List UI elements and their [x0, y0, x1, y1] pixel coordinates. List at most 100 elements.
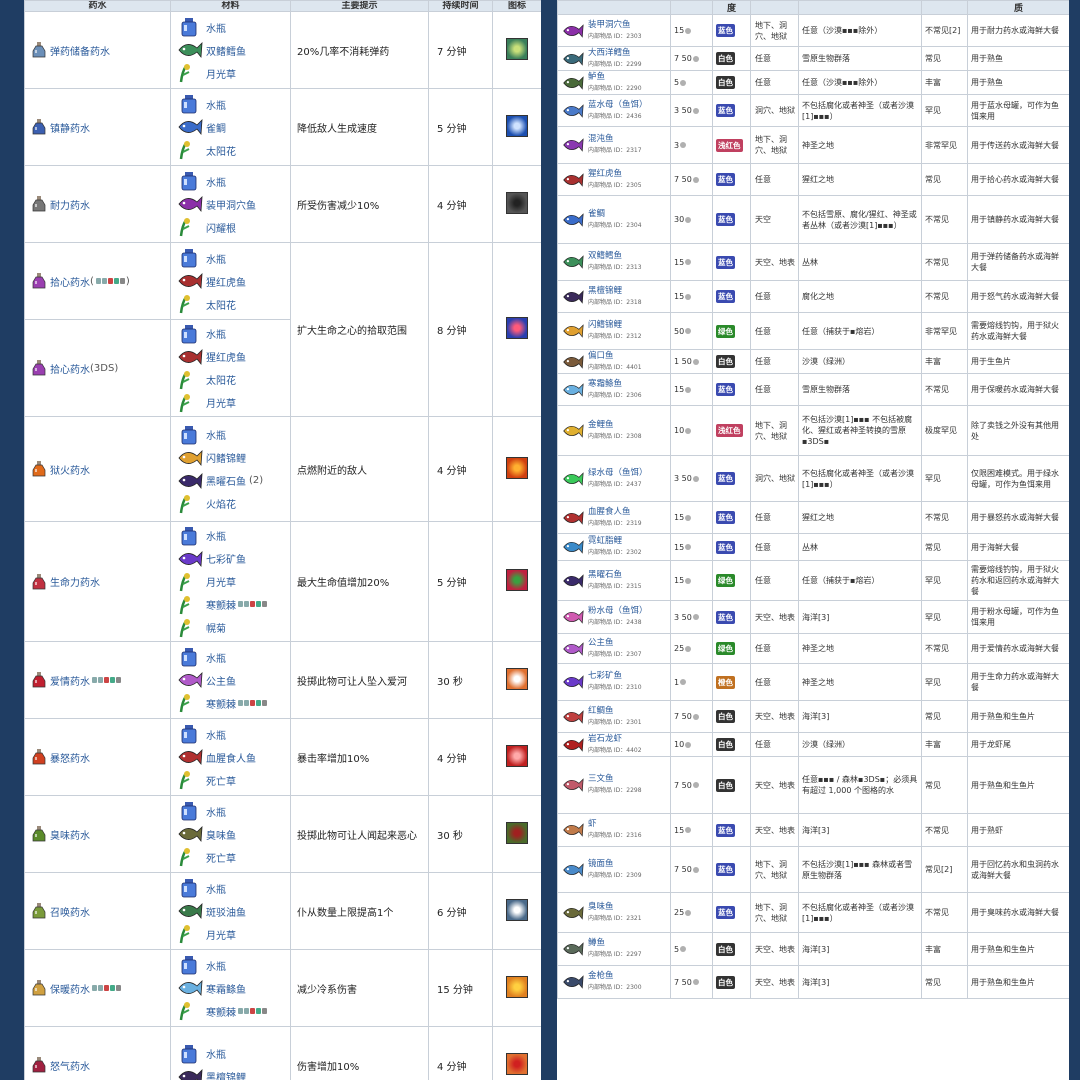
potion-link[interactable]: 拾心药水: [50, 274, 90, 289]
potion-link[interactable]: 暴怒药水: [50, 750, 90, 765]
ingredient-link[interactable]: 幌菊: [206, 620, 226, 635]
potion-row: 生命力药水 水瓶 七彩矿鱼 月光草 寒颤棘 幌菊 最大生命值增加20% 5 分钟: [24, 521, 541, 642]
ingredient-link[interactable]: 公主鱼: [206, 673, 236, 688]
ingredient-list: 水瓶 双鳍鳕鱼 月光草: [172, 14, 290, 87]
ingredient-link[interactable]: 猩红虎鱼: [206, 349, 246, 364]
ingredient-item: 月光草: [177, 923, 290, 946]
ingredient-link[interactable]: 月光草: [206, 927, 236, 942]
potion-link[interactable]: 生命力药水: [50, 574, 100, 589]
ingredient-link[interactable]: 水瓶: [206, 727, 226, 742]
ingredient-link[interactable]: 黑檀锦鲤: [206, 1069, 246, 1080]
fish-link[interactable]: 装甲洞穴鱼: [588, 20, 642, 31]
fish-link[interactable]: 闪鳍锦鲤: [588, 320, 642, 331]
potion-link[interactable]: 狱火药水: [50, 462, 90, 477]
ingredient-link[interactable]: 雀鲷: [206, 120, 226, 135]
ingredient-link[interactable]: 水瓶: [206, 881, 226, 896]
potion-icon: [32, 903, 46, 919]
potion-link[interactable]: 镇静药水: [50, 120, 90, 135]
fish-link[interactable]: 寒霜鲦鱼: [588, 379, 642, 390]
ingredient-link[interactable]: 太阳花: [206, 297, 236, 312]
fish-link[interactable]: 鳟鱼: [588, 938, 642, 949]
fish-link[interactable]: 偏口鱼: [588, 351, 642, 362]
rarity-badge: 蓝色: [716, 173, 735, 186]
ingredient-link[interactable]: 水瓶: [206, 650, 226, 665]
potion-link[interactable]: 怒气药水: [50, 1058, 90, 1073]
potion-link[interactable]: 耐力药水: [50, 197, 90, 212]
ingredient-link[interactable]: 水瓶: [206, 528, 226, 543]
ingredient-link[interactable]: 寒颤棘: [206, 696, 236, 711]
potion-link[interactable]: 臭味药水: [50, 827, 90, 842]
fish-link[interactable]: 血腥食人鱼: [588, 507, 642, 518]
ingredient-link[interactable]: 水瓶: [206, 326, 226, 341]
ingredient-link[interactable]: 火焰花: [206, 496, 236, 511]
ingredient-link[interactable]: 猩红虎鱼: [206, 274, 246, 289]
ingredient-link[interactable]: 月光草: [206, 395, 236, 410]
ingredient-link[interactable]: 寒颤棘: [206, 1004, 236, 1019]
ingredient-link[interactable]: 死亡草: [206, 850, 236, 865]
ingredient-link[interactable]: 双鳍鳕鱼: [206, 43, 246, 58]
fish-name-block: 金鲤鱼 内部物品 ID：2308: [588, 420, 642, 442]
potion-link[interactable]: 拾心药水: [50, 361, 90, 376]
fish-link[interactable]: 虾: [588, 819, 642, 830]
ingredient-link[interactable]: 寒颤棘: [206, 597, 236, 612]
fish-link[interactable]: 蓝水母（鱼饵）: [588, 100, 648, 111]
fish-link[interactable]: 红鲷鱼: [588, 706, 642, 717]
fish-link[interactable]: 大西洋鳕鱼: [588, 48, 642, 59]
fish-link[interactable]: 七彩矿鱼: [588, 671, 642, 682]
ingredient-link[interactable]: 水瓶: [206, 97, 226, 112]
fish-link[interactable]: 粉水母（鱼饵）: [588, 606, 648, 617]
fish-link[interactable]: 金鲤鱼: [588, 420, 642, 431]
fish-link[interactable]: 臭味鱼: [588, 902, 642, 913]
fish-icon: [178, 472, 203, 489]
ingredient-link[interactable]: 太阳花: [206, 372, 236, 387]
ingredient-link[interactable]: 水瓶: [206, 1046, 226, 1061]
fish-link[interactable]: 金枪鱼: [588, 971, 642, 982]
rarity-cell: 蓝色: [712, 280, 751, 313]
fish-link[interactable]: 三文鱼: [588, 774, 642, 785]
fish-link[interactable]: 黑曜石鱼: [588, 570, 642, 581]
fish-link[interactable]: 镜面鱼: [588, 859, 642, 870]
ingredient-link[interactable]: 水瓶: [206, 20, 226, 35]
ingredient-link[interactable]: 装甲洞穴鱼: [206, 197, 256, 212]
ingredient-link[interactable]: 水瓶: [206, 251, 226, 266]
ingredient-link[interactable]: 水瓶: [206, 958, 226, 973]
potion-link[interactable]: 保暖药水: [50, 981, 90, 996]
fish-link[interactable]: 混沌鱼: [588, 134, 642, 145]
ingredient-link[interactable]: 闪鳍锦鲤: [206, 450, 246, 465]
fish-link[interactable]: 岩石龙虾: [588, 734, 642, 745]
fish-name-cell: 蓝水母（鱼饵） 内部物品 ID：2436: [557, 94, 671, 127]
fish-name-block: 猩红虎鱼 内部物品 ID：2305: [588, 169, 642, 191]
ingredient-link[interactable]: 水瓶: [206, 174, 226, 189]
usage-cell: 仅限困难模式。用于绿水母罐，可作为鱼饵来用: [967, 455, 1069, 502]
potion-link[interactable]: 弹药储备药水: [50, 43, 110, 58]
fish-link[interactable]: 霓虹脂鲤: [588, 536, 642, 547]
ingredient-link[interactable]: 闪耀根: [206, 220, 236, 235]
ingredient-item: 月光草: [177, 570, 290, 593]
fish-link[interactable]: 雀鲷: [588, 209, 642, 220]
fish-link[interactable]: 公主鱼: [588, 638, 642, 649]
fish-link[interactable]: 绿水母（鱼饵）: [588, 468, 648, 479]
ingredient-link[interactable]: 黑曜石鱼: [206, 473, 246, 488]
ingredient-link[interactable]: 太阳花: [206, 143, 236, 158]
ingredient-link[interactable]: 水瓶: [206, 804, 226, 819]
potion-link[interactable]: 召唤药水: [50, 904, 90, 919]
ingredient-link[interactable]: 死亡草: [206, 773, 236, 788]
potion-link[interactable]: 爱情药水: [50, 673, 90, 688]
ingredient-link[interactable]: 水瓶: [206, 427, 226, 442]
ingredient-link[interactable]: 月光草: [206, 66, 236, 81]
ingredient-link[interactable]: 七彩矿鱼: [206, 551, 246, 566]
price-value: 3 50: [674, 474, 692, 483]
platform-icon: [256, 601, 261, 607]
fish-link[interactable]: 黑檀锦鲤: [588, 286, 642, 297]
ingredient-link[interactable]: 斑驳油鱼: [206, 904, 246, 919]
fish-link[interactable]: 鲈鱼: [588, 72, 642, 83]
ingredient-link[interactable]: 月光草: [206, 574, 236, 589]
ingredient-link[interactable]: 臭味鱼: [206, 827, 236, 842]
fish-link[interactable]: 双鳍鳕鱼: [588, 251, 642, 262]
ingredient-link[interactable]: 血腥食人鱼: [206, 750, 256, 765]
fish-icon: [178, 118, 203, 136]
ingredient-link[interactable]: 寒霜鲦鱼: [206, 981, 246, 996]
effect-text: 最大生命值增加20%: [290, 521, 429, 642]
fish-link[interactable]: 猩红虎鱼: [588, 169, 642, 180]
fish-icon: [178, 550, 203, 567]
